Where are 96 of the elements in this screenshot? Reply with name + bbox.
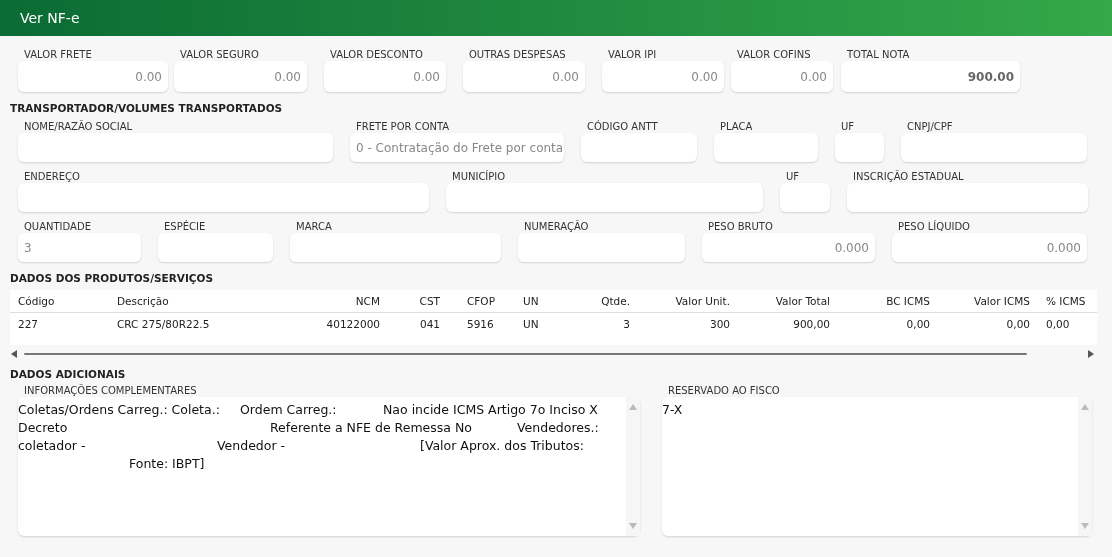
input-field[interactable]: 900.00 — [841, 61, 1020, 92]
input-field[interactable] — [901, 133, 1087, 162]
column-header: Qtde. — [600, 295, 631, 307]
field-label: RESERVADO AO FISCO — [667, 384, 781, 397]
field-label: NUMERAÇÃO — [523, 220, 590, 233]
table-cell-text: 0,00 — [1045, 318, 1071, 330]
scroll-down-icon[interactable] — [629, 522, 637, 530]
section-title: TRANSPORTADOR/VOLUMES TRANSPORTADOS — [9, 102, 284, 116]
input-field[interactable] — [835, 133, 884, 162]
input-field[interactable] — [18, 133, 333, 162]
field-label: INSCRIÇÃO ESTADUAL — [852, 170, 965, 183]
field-label: VALOR FRETE — [23, 48, 93, 61]
column-header: Código — [17, 295, 56, 307]
column-header: NCM — [354, 295, 381, 307]
column-header: UN — [522, 295, 540, 307]
field-label: MUNICÍPIO — [451, 170, 507, 183]
note-text: [Valor Aprox. dos Tributos: — [420, 437, 584, 455]
note-text: Referente a NFE de Remessa No — [270, 419, 473, 437]
input-field[interactable] — [847, 183, 1088, 212]
note-text: Coletas/Ordens Carreg.: Coleta.: — [18, 401, 221, 419]
table-cell-text: 40122000 — [325, 318, 381, 330]
note-text: 7-X — [662, 401, 683, 419]
table-cell-text: 3 — [622, 318, 631, 330]
table-cell-text: 041 — [418, 318, 441, 330]
field-label: CÓDIGO ANTT — [586, 120, 659, 133]
field-label: VALOR COFINS — [736, 48, 812, 61]
field-label: ENDEREÇO — [23, 170, 81, 183]
input-field[interactable]: 0.00 — [324, 61, 446, 92]
note-text: Nao incide ICMS Artigo 7o Inciso X — [383, 401, 598, 419]
input-field[interactable]: 0.000 — [892, 233, 1087, 262]
section-title: DADOS DOS PRODUTOS/SERVIÇOS — [9, 272, 215, 286]
note-text: Vendedor - — [217, 437, 287, 455]
column-header: Valor Unit. — [674, 295, 731, 307]
table-cell-text: 0,00 — [1005, 318, 1031, 330]
scroll-up-icon[interactable] — [1081, 403, 1089, 411]
column-header: % ICMS — [1045, 295, 1087, 307]
input-field[interactable] — [714, 133, 818, 162]
note-text: Vendedores.: — [517, 419, 599, 437]
column-header: Valor ICMS — [973, 295, 1031, 307]
field-label: CNPJ/CPF — [906, 120, 954, 133]
field-label: NOME/RAZÃO SOCIAL — [23, 120, 134, 133]
input-field[interactable] — [18, 183, 429, 212]
table-cell-text: 227 — [17, 318, 40, 330]
field-label: PESO BRUTO — [707, 220, 774, 233]
window-title: Ver NF-e — [20, 10, 80, 26]
table-cell-text: CRC 275/80R22.5 — [116, 318, 211, 330]
field-label: PESO LÍQUIDO — [897, 220, 971, 233]
table-cell-text: 0,00 — [905, 318, 931, 330]
input-field[interactable] — [290, 233, 501, 262]
field-label: QUANTIDADE — [23, 220, 92, 233]
field-label: MARCA — [295, 220, 333, 233]
field-label: UF — [785, 170, 801, 183]
table-cell-text: 5916 — [466, 318, 495, 330]
input-field[interactable]: 3 — [18, 233, 141, 262]
section-title: DADOS ADICIONAIS — [9, 368, 127, 382]
table-cell-text: 300 — [708, 318, 731, 330]
table-cell-text: UN — [522, 318, 540, 330]
scroll-up-icon[interactable] — [629, 403, 637, 411]
input-field[interactable] — [446, 183, 763, 212]
field-label: VALOR SEGURO — [179, 48, 260, 61]
column-header: BC ICMS — [885, 295, 931, 307]
input-field[interactable]: 0 - Contratação do Frete por conta — [350, 133, 564, 162]
scroll-down-icon[interactable] — [1081, 522, 1089, 530]
field-label: UF — [840, 120, 856, 133]
column-header: CFOP — [466, 295, 496, 307]
field-label: FRETE POR CONTA — [355, 120, 451, 133]
input-field[interactable]: 0.00 — [18, 61, 168, 92]
field-label: VALOR IPI — [607, 48, 658, 61]
input-field[interactable] — [581, 133, 697, 162]
scroll-right-icon[interactable] — [1087, 350, 1095, 358]
input-field[interactable]: 0.00 — [174, 61, 307, 92]
note-text: coletador - — [18, 437, 87, 455]
field-label: PLACA — [719, 120, 754, 133]
note-text: Ordem Carreg.: — [240, 401, 338, 419]
text-area[interactable]: Coletas/Ordens Carreg.: Coleta.: Ordem Carreg.: Nao incide ICMS Artigo 7o Inciso X Decreto Referente a NFE de Remessa No Vendedores.: coletador - Vendedor - [Valor Aprox. dos Tributos: Fonte: IBPT] — [18, 397, 640, 536]
field-label: ESPÉCIE — [163, 220, 207, 233]
scroll-left-icon[interactable] — [10, 350, 18, 358]
input-field[interactable] — [780, 183, 830, 212]
input-field[interactable] — [158, 233, 273, 262]
input-field[interactable]: 0.00 — [602, 61, 724, 92]
scrollbar-thumb[interactable] — [24, 353, 1027, 355]
note-text: Decreto — [18, 419, 69, 437]
field-label: OUTRAS DESPESAS — [468, 48, 567, 61]
column-header: CST — [418, 295, 441, 307]
text-area[interactable]: 7-X — [662, 397, 1092, 536]
field-label: INFORMAÇÕES COMPLEMENTARES — [23, 384, 198, 397]
field-label: TOTAL NOTA — [846, 48, 911, 61]
input-field[interactable]: 0.00 — [731, 61, 833, 92]
input-field[interactable] — [518, 233, 685, 262]
input-field[interactable]: 0.000 — [702, 233, 875, 262]
note-text: Fonte: IBPT] — [129, 455, 205, 473]
field-label: VALOR DESCONTO — [329, 48, 424, 61]
input-field[interactable]: 0.00 — [463, 61, 585, 92]
table-cell-text: 900,00 — [792, 318, 831, 330]
column-header: Valor Total — [774, 295, 831, 307]
column-header: Descrição — [116, 295, 170, 307]
